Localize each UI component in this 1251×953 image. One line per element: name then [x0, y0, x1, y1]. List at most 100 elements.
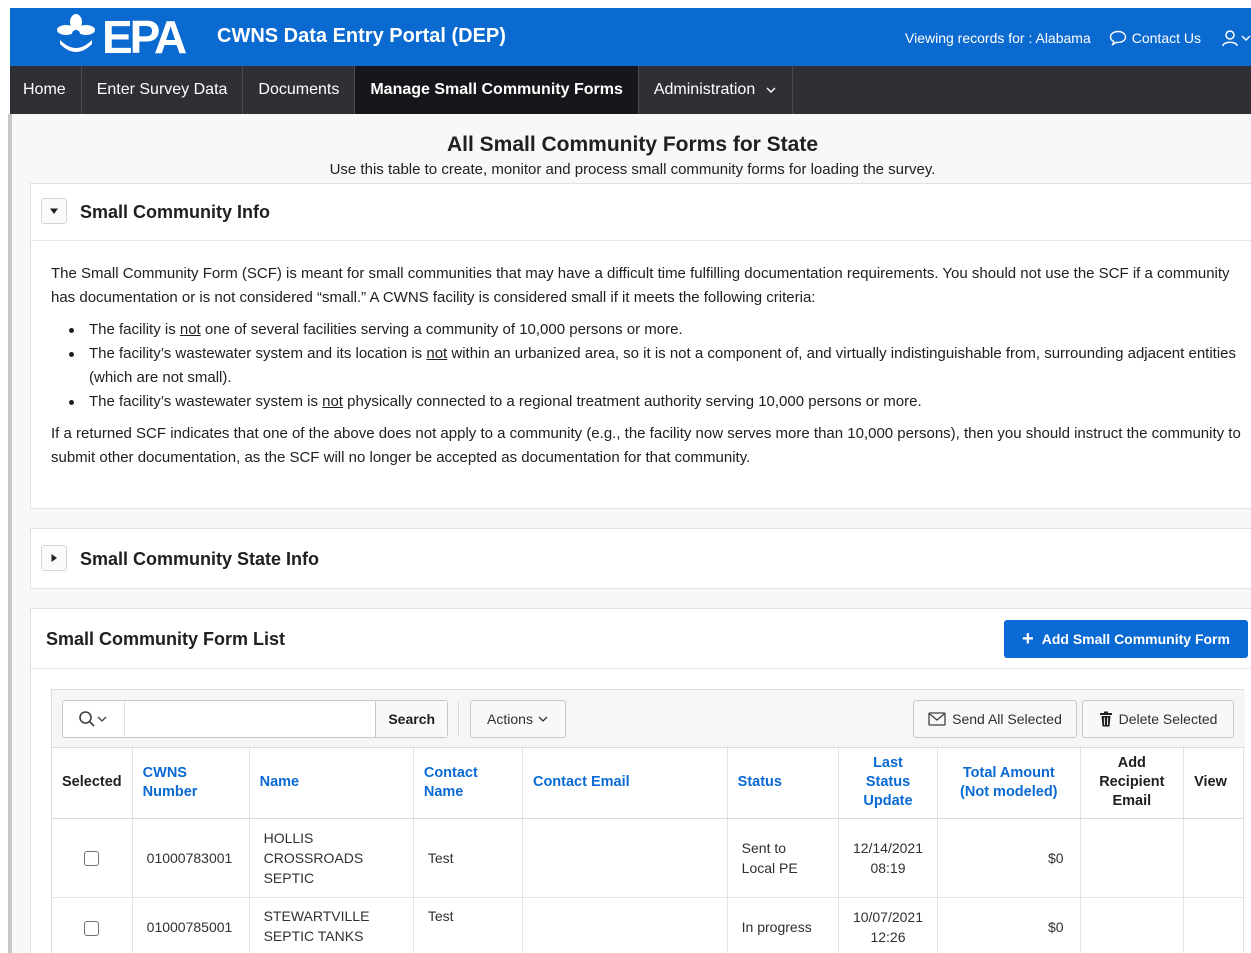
column-header-name[interactable]: Name [249, 748, 414, 819]
time-text: 12:26 [870, 929, 906, 945]
main-nav: Home Enter Survey Data Documents Manage … [10, 66, 1251, 114]
name-cell: HOLLIS CROSSROADS SEPTIC [249, 818, 414, 898]
delete-selected-button[interactable]: Delete Selected [1082, 700, 1234, 738]
add-small-community-form-label: Add Small Community Form [1041, 631, 1230, 647]
total-amount-cell: $0 [937, 897, 1081, 953]
row-select-checkbox[interactable] [84, 920, 100, 936]
user-menu[interactable] [1221, 29, 1251, 47]
app-title[interactable]: CWNS Data Entry Portal (DEP) [217, 25, 506, 48]
nav-item-documents[interactable]: Documents [243, 66, 356, 114]
small-community-info-region: Small Community Info The Small Community… [30, 183, 1251, 509]
page-body: All Small Community Forms for State Use … [10, 114, 1251, 953]
last-status-update-cell: 10/07/2021 12:26 [838, 897, 939, 953]
actions-menu-button[interactable]: Actions [470, 700, 566, 738]
expand-toggle-button[interactable] [41, 545, 67, 571]
column-header-status[interactable]: Status [727, 748, 839, 819]
add-small-community-form-button[interactable]: + Add Small Community Form [1004, 620, 1248, 658]
status-text: Local PE [741, 859, 798, 876]
status-cell: Sent to Local PE [727, 818, 839, 898]
name-text: SEPTIC [263, 869, 315, 886]
info-paragraph: If a returned SCF indicates that one of … [51, 425, 1241, 466]
header-text: Recipient [1099, 774, 1165, 791]
page-subtitle: Use this table to create, monitor and pr… [329, 161, 936, 178]
total-amount-cell: $0 [937, 818, 1081, 898]
column-header-view: View [1183, 748, 1244, 819]
top-header-bar: EPA CWNS Data Entry Portal (DEP) Viewing… [10, 8, 1251, 66]
send-all-selected-button[interactable]: Send All Selected [913, 700, 1077, 738]
search-column-selector[interactable] [63, 701, 125, 737]
column-header-last-status-update[interactable]: Last Status Update [838, 748, 939, 819]
small-community-info-body: The Small Community Form (SCF) is meant … [51, 262, 1246, 470]
table-row: 01000785001 STEWARTVILLE SEPTIC TANKS Tes… [52, 897, 1244, 953]
name-text: STEWARTVILLE [263, 907, 370, 924]
search-icon [79, 711, 95, 727]
nav-item-administration-label: Administration [653, 81, 756, 98]
contact-us-link[interactable]: Contact Us [1109, 30, 1201, 46]
info-paragraph: The Small Community Form (SCF) is meant … [51, 265, 1230, 306]
date-text: 10/07/2021 [852, 909, 924, 925]
collapse-toggle-button[interactable] [41, 198, 67, 224]
criteria-text: one of several facilities serving a comm… [200, 321, 683, 338]
date-text: 12/14/2021 [852, 839, 924, 856]
contact-email-cell [522, 897, 728, 953]
add-recipient-email-cell[interactable] [1080, 897, 1185, 953]
add-recipient-email-cell[interactable] [1080, 818, 1185, 898]
criteria-text: The facility’s wastewater system is [89, 393, 323, 410]
chevron-down-icon [766, 87, 776, 93]
column-header-contact-email[interactable]: Contact Email [522, 748, 728, 819]
header-text: Last Status [865, 755, 911, 791]
name-cell: STEWARTVILLE SEPTIC TANKS [249, 897, 414, 953]
selected-cell [52, 818, 133, 898]
plus-icon: + [1022, 628, 1034, 650]
small-community-state-info-title: Small Community State Info [80, 549, 320, 569]
header-text: Update [863, 793, 913, 810]
search-input[interactable] [124, 701, 376, 737]
view-cell[interactable] [1183, 818, 1244, 898]
envelope-icon [928, 712, 946, 726]
region-divider [31, 668, 1251, 669]
header-text: Email [1112, 793, 1152, 810]
header-text: Number [142, 783, 198, 800]
name-text: HOLLIS [263, 829, 314, 846]
epa-logo[interactable]: EPA [56, 12, 187, 62]
user-icon [1222, 30, 1238, 47]
search-bar: Search [62, 700, 448, 738]
form-list-table: Selected CWNS Number Name Contact Name Con… [52, 748, 1244, 953]
send-all-selected-label: Send All Selected [952, 711, 1062, 727]
row-select-checkbox[interactable] [84, 851, 100, 867]
column-header-contact-name[interactable]: Contact Name [413, 748, 523, 819]
contact-name-cell: Test [413, 818, 523, 898]
page-title: All Small Community Forms for State [446, 133, 819, 156]
selected-cell [52, 897, 133, 953]
form-list-title: Small Community Form List [46, 629, 286, 649]
header-text: Add [1117, 755, 1146, 772]
name-text: CROSSROADS [263, 849, 364, 866]
nav-item-administration[interactable]: Administration [639, 66, 794, 114]
last-status-update-cell: 12/14/2021 08:19 [838, 818, 939, 898]
search-button[interactable]: Search [375, 701, 447, 737]
header-text: Total Amount [962, 764, 1055, 781]
criteria-list: The facility is not one of several facil… [51, 318, 1246, 414]
criteria-emphasis: not [426, 345, 448, 362]
list-item: The facility’s wastewater system and its… [69, 342, 1246, 390]
criteria-text: physically connected to a regional treat… [342, 393, 922, 410]
chevron-down-icon [538, 716, 548, 722]
nav-item-enter-survey-data[interactable]: Enter Survey Data [82, 66, 244, 114]
nav-item-manage-small-community-forms[interactable]: Manage Small Community Forms [355, 66, 639, 114]
column-header-total-amount[interactable]: Total Amount (Not modeled) [937, 748, 1081, 819]
toolbar-divider [458, 702, 459, 736]
criteria-text: The facility’s wastewater system and its… [89, 345, 427, 362]
view-cell[interactable] [1183, 897, 1244, 953]
column-header-cwns-number[interactable]: CWNS Number [132, 748, 250, 819]
region-divider [31, 240, 1251, 241]
small-community-form-list-region: Small Community Form List + Add Small Co… [30, 608, 1251, 953]
header-text: (Not modeled) [960, 783, 1058, 800]
nav-item-home[interactable]: Home [10, 66, 82, 114]
viewing-records-label: Viewing records for : Alabama [905, 30, 1091, 46]
chevron-down-icon [97, 716, 107, 722]
header-text: Contact [423, 764, 478, 781]
interactive-report: Search Actions Send All Selected Delete … [51, 689, 1245, 953]
contact-email-cell [522, 818, 728, 898]
table-row: 01000783001 HOLLIS CROSSROADS SEPTIC Test … [52, 818, 1244, 898]
criteria-text: The facility is [89, 321, 180, 338]
